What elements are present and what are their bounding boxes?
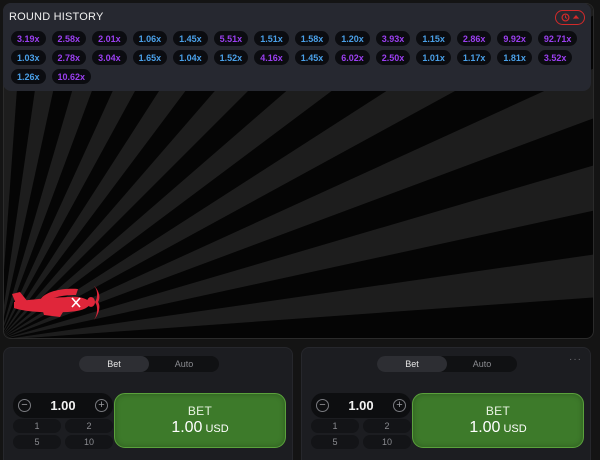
plus-icon: +	[98, 399, 105, 411]
bet-button-amount: 1.00 USD	[469, 419, 527, 436]
quick-amount-button[interactable]: 10	[363, 435, 411, 449]
stake-value[interactable]: 1.00	[348, 398, 373, 413]
quick-amount-button[interactable]: 5	[13, 435, 61, 449]
multiplier-chip[interactable]: 3.04x	[92, 50, 127, 65]
plus-button[interactable]: +	[393, 399, 406, 412]
round-history-panel: ROUND HISTORY 3.19x 2.58x 2.01x 1.06x 1.45x 5…	[3, 3, 591, 91]
multiplier-chip[interactable]: 2.86x	[456, 31, 492, 46]
multiplier-chip[interactable]: 1.51x	[254, 31, 289, 46]
multiplier-chip[interactable]: 1.03x	[11, 50, 46, 65]
quick-amounts: 1 2 5 10	[13, 419, 113, 449]
multiplier-chip[interactable]: 1.65x	[132, 50, 168, 65]
multiplier-chip[interactable]: 1.52x	[213, 50, 249, 65]
tab-auto[interactable]: Auto	[149, 356, 219, 372]
multiplier-chip[interactable]: 1.15x	[416, 31, 451, 46]
bet-button[interactable]: BET 1.00 USD	[114, 393, 286, 448]
multiplier-chip[interactable]: 4.16x	[254, 50, 289, 65]
multiplier-chip[interactable]: 2.58x	[51, 31, 87, 46]
round-history-title: ROUND HISTORY	[9, 11, 104, 23]
bet-panel-1: Bet Auto − 1.00 + 1 2 5 10 BET 1.00 USD	[3, 347, 293, 460]
multiplier-chip[interactable]: 1.04x	[173, 50, 208, 65]
multiplier-chip[interactable]: 1.45x	[173, 31, 208, 46]
minus-button[interactable]: −	[18, 399, 31, 412]
multiplier-chip[interactable]: 1.01x	[416, 50, 451, 65]
stake-value[interactable]: 1.00	[50, 398, 75, 413]
quick-amount-button[interactable]: 5	[311, 435, 359, 449]
multiplier-chip[interactable]: 1.26x	[11, 69, 46, 84]
multiplier-chip[interactable]: 3.19x	[11, 31, 46, 46]
quick-amounts: 1 2 5 10	[311, 419, 411, 449]
minus-button[interactable]: −	[316, 399, 329, 412]
bet-mode-tabs: Bet Auto	[79, 356, 219, 372]
multiplier-chip[interactable]: 1.20x	[335, 31, 370, 46]
multiplier-chip[interactable]: 1.81x	[497, 50, 532, 65]
bet-button-label: BET	[485, 404, 511, 418]
bet-panel-2: Bet Auto ··· − 1.00 + 1 2 5 10 BET 1.00 U…	[301, 347, 591, 460]
multiplier-chip[interactable]: 1.45x	[294, 50, 330, 65]
quick-amount-button[interactable]: 1	[311, 419, 359, 433]
tab-bet[interactable]: Bet	[79, 356, 149, 372]
dropdown-arrow-icon	[572, 15, 579, 19]
bet-button-label: BET	[187, 404, 213, 418]
plus-icon: +	[396, 399, 403, 411]
multiplier-chip[interactable]: 92.71x	[537, 31, 578, 46]
multiplier-chip[interactable]: 1.58x	[294, 31, 330, 46]
panel-menu-button[interactable]: ···	[569, 355, 582, 365]
plus-button[interactable]: +	[95, 399, 108, 412]
minus-icon: −	[21, 399, 28, 411]
history-clock-icon	[560, 12, 570, 22]
bet-mode-tabs: Bet Auto	[377, 356, 517, 372]
minus-icon: −	[319, 399, 326, 411]
multiplier-chip[interactable]: 10.62x	[51, 69, 92, 84]
multiplier-chip[interactable]: 3.93x	[375, 31, 411, 46]
bet-button-amount: 1.00 USD	[171, 419, 229, 436]
quick-amount-button[interactable]: 10	[65, 435, 113, 449]
plane-icon	[12, 286, 100, 320]
multiplier-chip[interactable]: 2.78x	[51, 50, 87, 65]
multiplier-chip[interactable]: 5.51x	[213, 31, 249, 46]
quick-amount-button[interactable]: 2	[65, 419, 113, 433]
multiplier-chip[interactable]: 1.06x	[132, 31, 168, 46]
quick-amount-button[interactable]: 2	[363, 419, 411, 433]
multiplier-chip[interactable]: 2.50x	[375, 50, 411, 65]
stake-stepper: − 1.00 +	[311, 393, 411, 418]
multiplier-chip[interactable]: 9.92x	[497, 31, 532, 46]
tab-bet[interactable]: Bet	[377, 356, 447, 372]
bet-button[interactable]: BET 1.00 USD	[412, 393, 584, 448]
quick-amount-button[interactable]: 1	[13, 419, 61, 433]
stake-stepper: − 1.00 +	[13, 393, 113, 418]
history-toggle-button[interactable]	[555, 9, 585, 25]
multiplier-chip[interactable]: 1.17x	[456, 50, 492, 65]
multiplier-chip[interactable]: 6.02x	[335, 50, 370, 65]
multiplier-list: 3.19x 2.58x 2.01x 1.06x 1.45x 5.51x 1.51x 1.58x…	[9, 31, 585, 84]
multiplier-chip[interactable]: 3.52x	[537, 50, 573, 65]
tab-auto[interactable]: Auto	[447, 356, 517, 372]
multiplier-chip[interactable]: 2.01x	[92, 31, 127, 46]
